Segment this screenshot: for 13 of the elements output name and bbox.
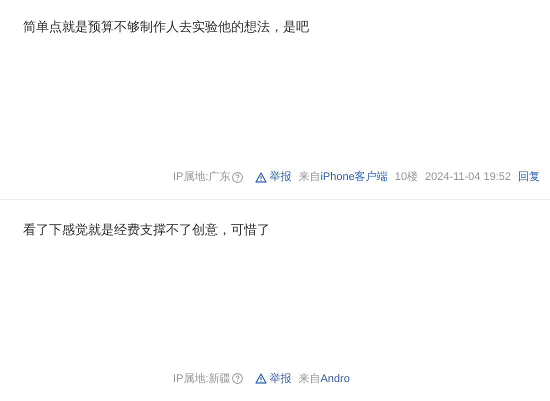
reply-link[interactable]: 回复 (518, 168, 540, 186)
post-text: 简单点就是预算不够制作人去实验他的想法，是吧 (23, 18, 310, 36)
report-link[interactable]: 举报 (255, 370, 292, 387)
post-text: 看了下感觉就是经费支撑不了创意，可惜了 (23, 221, 271, 240)
floor-number: 10楼 (394, 170, 418, 185)
post-time: 2024-11-04 19:52 (424, 170, 512, 185)
report-link[interactable]: 举报 (255, 168, 292, 186)
source-label: 来自 (298, 372, 320, 386)
source-link[interactable]: Andro (320, 370, 350, 387)
source-label: 来自 (298, 170, 320, 185)
source-link[interactable]: iPhone客户端 (320, 168, 388, 186)
ip-location: IP属地:广东 (173, 170, 230, 185)
ip-location: IP属地:新疆 (173, 372, 230, 386)
